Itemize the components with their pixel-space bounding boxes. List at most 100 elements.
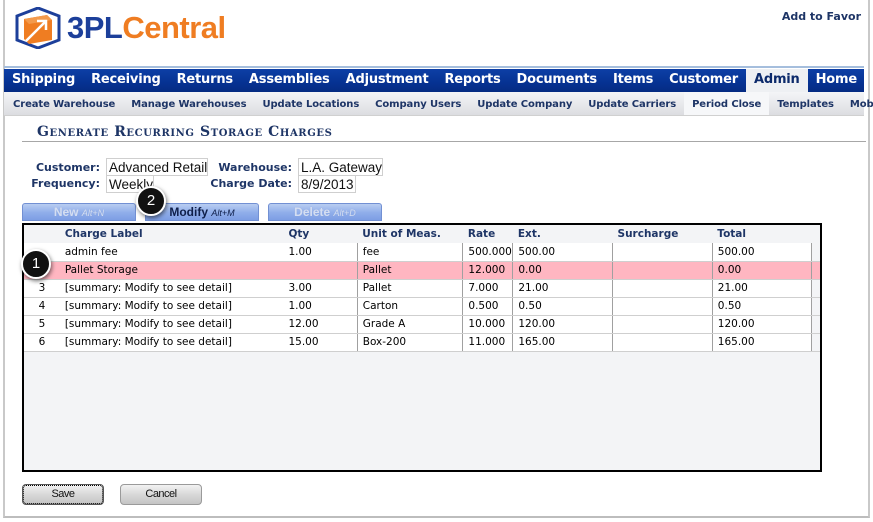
charges-grid: Charge Label Qty Unit of Meas. Rate Ext.… bbox=[22, 223, 822, 472]
brand-logo[interactable]: 3PLCentral bbox=[15, 7, 226, 49]
delete-button-label: Delete bbox=[294, 205, 331, 219]
subnav-update-locations[interactable]: Update Locations bbox=[254, 92, 367, 115]
col-header-qty[interactable]: Qty bbox=[283, 225, 358, 243]
page-title: Generate Recurring Storage Charges bbox=[37, 124, 333, 140]
top-navigation: Shipping Receiving Returns Assemblies Ad… bbox=[4, 69, 864, 92]
row-number: 4 bbox=[24, 297, 60, 316]
charge-label-cell: [summary: Modify to see detail] bbox=[59, 297, 284, 316]
table-row[interactable]: admin fee 1.00 fee 500.000 500.00 500.00 bbox=[24, 243, 820, 262]
topnav-assemblies[interactable]: Assemblies bbox=[241, 69, 338, 92]
ext-cell: 165.00 bbox=[512, 333, 614, 352]
ext-cell: 0.00 bbox=[512, 261, 614, 280]
brand-name-part2: Central bbox=[122, 10, 226, 45]
rate-cell: 10.000 bbox=[462, 315, 514, 334]
col-header-rate[interactable]: Rate bbox=[462, 225, 513, 243]
customer-label: Customer: bbox=[35, 161, 100, 174]
surcharge-cell bbox=[612, 261, 713, 280]
total-cell: 500.00 bbox=[712, 243, 813, 262]
box-logo-icon bbox=[15, 7, 61, 49]
col-header-ext[interactable]: Ext. bbox=[512, 225, 613, 243]
row-tail bbox=[811, 279, 820, 298]
table-row[interactable]: 6 [summary: Modify to see detail] 15.00 Box… bbox=[24, 333, 820, 352]
ext-cell: 21.00 bbox=[512, 279, 614, 298]
charge-label-cell: [summary: Modify to see detail] bbox=[59, 279, 284, 298]
subnav-mobile[interactable]: Mobile bbox=[842, 92, 873, 115]
uom-cell: Pallet bbox=[357, 279, 464, 298]
topnav-divider bbox=[4, 66, 864, 68]
subnav-company-users[interactable]: Company Users bbox=[367, 92, 469, 115]
total-cell: 120.00 bbox=[712, 315, 813, 334]
topnav-home[interactable]: Home bbox=[808, 69, 865, 92]
delete-button[interactable]: Delete Alt+D bbox=[268, 203, 382, 221]
ext-cell: 0.50 bbox=[512, 297, 614, 316]
customer-field: Advanced Retail bbox=[106, 158, 208, 176]
col-header-surcharge[interactable]: Surcharge bbox=[612, 225, 713, 243]
new-button-hotkey: Alt+N bbox=[81, 208, 105, 218]
row-number: 6 bbox=[24, 333, 60, 352]
row-number: 5 bbox=[24, 315, 60, 334]
cancel-button[interactable]: Cancel bbox=[120, 484, 202, 505]
table-row[interactable]: Pallet Storage Pallet 12.000 0.00 0.00 bbox=[24, 261, 820, 280]
rate-cell: 12.000 bbox=[462, 261, 514, 280]
uom-cell: Carton bbox=[357, 297, 464, 316]
topnav-shipping[interactable]: Shipping bbox=[4, 69, 83, 92]
qty-cell: 3.00 bbox=[283, 279, 358, 298]
row-tail bbox=[811, 261, 820, 280]
frequency-label: Frequency: bbox=[31, 177, 100, 190]
topnav-receiving[interactable]: Receiving bbox=[83, 69, 169, 92]
subnav-update-company[interactable]: Update Company bbox=[469, 92, 580, 115]
subnav-period-close[interactable]: Period Close bbox=[684, 92, 770, 115]
sub-navigation: Create Warehouse Manage Warehouses Updat… bbox=[4, 92, 873, 116]
charges-table: Charge Label Qty Unit of Meas. Rate Ext.… bbox=[24, 225, 820, 352]
qty-cell: 1.00 bbox=[283, 243, 358, 262]
col-header-total[interactable]: Total bbox=[712, 225, 812, 243]
charge-label-cell: admin fee bbox=[59, 243, 284, 262]
topnav-adjustment[interactable]: Adjustment bbox=[338, 69, 437, 92]
surcharge-cell bbox=[612, 279, 713, 298]
subnav-create-warehouse[interactable]: Create Warehouse bbox=[4, 92, 123, 115]
uom-cell: Pallet bbox=[357, 261, 464, 280]
rate-cell: 11.000 bbox=[462, 333, 514, 352]
qty-cell bbox=[283, 261, 358, 280]
table-row[interactable]: 5 [summary: Modify to see detail] 12.00 Gra… bbox=[24, 315, 820, 334]
save-button[interactable]: Save bbox=[22, 484, 104, 505]
topnav-customer[interactable]: Customer bbox=[661, 69, 746, 92]
topnav-admin[interactable]: Admin bbox=[745, 69, 808, 92]
col-header-rownum bbox=[24, 225, 60, 243]
surcharge-cell bbox=[612, 243, 713, 262]
total-cell: 21.00 bbox=[712, 279, 813, 298]
subnav-templates[interactable]: Templates bbox=[769, 92, 842, 115]
subnav-update-carriers[interactable]: Update Carriers bbox=[580, 92, 684, 115]
charge-label-cell: [summary: Modify to see detail] bbox=[59, 333, 284, 352]
row-tail bbox=[811, 333, 820, 352]
total-cell: 0.00 bbox=[712, 261, 813, 280]
topnav-reports[interactable]: Reports bbox=[436, 69, 508, 92]
subnav-manage-warehouses[interactable]: Manage Warehouses bbox=[123, 92, 254, 115]
new-button[interactable]: New Alt+N bbox=[22, 203, 136, 221]
uom-cell: Grade A bbox=[357, 315, 464, 334]
surcharge-cell bbox=[612, 297, 713, 316]
table-row[interactable]: 4 [summary: Modify to see detail] 1.00 Cart… bbox=[24, 297, 820, 316]
modify-button-hotkey: Alt+M bbox=[211, 208, 235, 218]
delete-button-hotkey: Alt+D bbox=[333, 208, 356, 218]
charge-label-cell: [summary: Modify to see detail] bbox=[59, 315, 284, 334]
topnav-returns[interactable]: Returns bbox=[169, 69, 241, 92]
topnav-items[interactable]: Items bbox=[605, 69, 661, 92]
table-header-row: Charge Label Qty Unit of Meas. Rate Ext.… bbox=[24, 225, 820, 243]
table-row[interactable]: 3 [summary: Modify to see detail] 3.00 Pall… bbox=[24, 279, 820, 298]
add-to-favorites-link[interactable]: Add to Favor bbox=[782, 10, 861, 23]
uom-cell: fee bbox=[357, 243, 464, 262]
col-header-charge-label[interactable]: Charge Label bbox=[59, 225, 284, 243]
callout-badge-1: 1 bbox=[21, 249, 51, 279]
topnav-documents[interactable]: Documents bbox=[509, 69, 605, 92]
row-number: 3 bbox=[24, 279, 60, 298]
ext-cell: 120.00 bbox=[512, 315, 614, 334]
col-header-uom[interactable]: Unit of Meas. bbox=[357, 225, 463, 243]
ext-cell: 500.00 bbox=[512, 243, 614, 262]
warehouse-label: Warehouse: bbox=[218, 161, 292, 174]
qty-cell: 1.00 bbox=[283, 297, 358, 316]
title-divider bbox=[22, 141, 866, 142]
new-button-label: New bbox=[53, 205, 79, 219]
warehouse-field: L.A. Gateway bbox=[298, 158, 383, 176]
rate-cell: 0.500 bbox=[462, 297, 514, 316]
